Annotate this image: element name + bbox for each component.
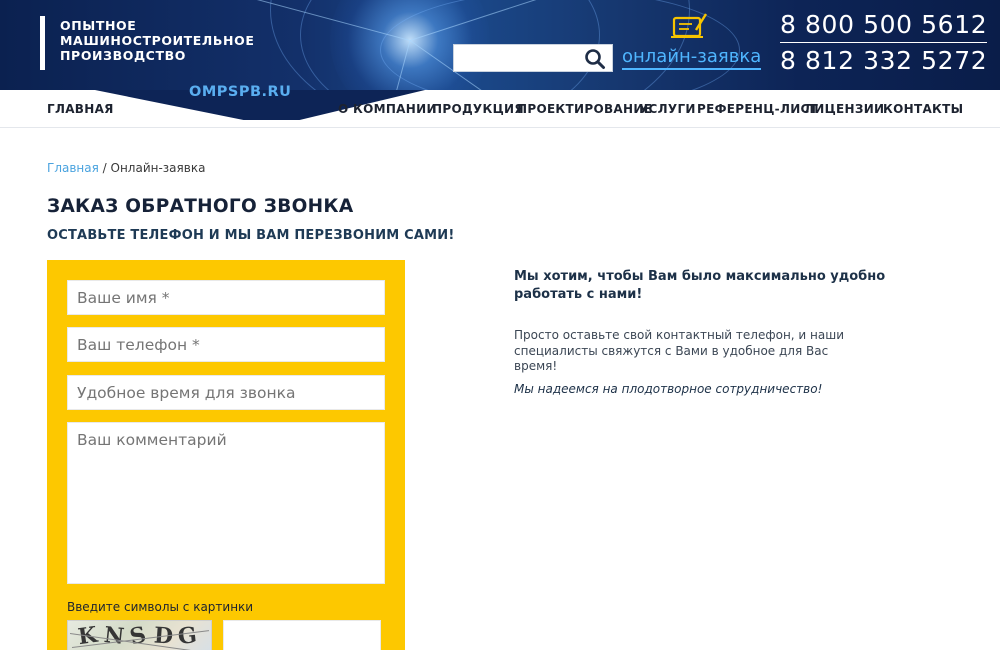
comment-field[interactable] xyxy=(67,422,385,584)
info-note: Мы надеемся на плодотворное сотрудничест… xyxy=(514,382,823,396)
page-title: ЗАКАЗ ОБРАТНОГО ЗВОНКА xyxy=(47,196,354,217)
nav-item-design[interactable]: ПРОЕКТИРОВАНИЕ xyxy=(517,102,652,116)
captcha-char: N xyxy=(102,622,126,650)
site-url[interactable]: OMPSPB.RU xyxy=(189,84,291,100)
breadcrumb-current: Онлайн-заявка xyxy=(110,161,206,175)
nav-item-home[interactable]: ГЛАВНАЯ xyxy=(47,102,114,116)
captcha-label: Введите символы с картинки xyxy=(67,600,254,614)
captcha-char: S xyxy=(127,621,149,650)
logo-line: МАШИНОСТРОИТЕЛЬНОЕ xyxy=(60,33,255,48)
name-field[interactable] xyxy=(67,280,385,315)
logo[interactable]: ОПЫТНОЕ МАШИНОСТРОИТЕЛЬНОЕ ПРОИЗВОДСТВО xyxy=(60,18,254,63)
page: ОПЫТНОЕ МАШИНОСТРОИТЕЛЬНОЕ ПРОИЗВОДСТВО xyxy=(0,0,1000,650)
logo-bar xyxy=(40,16,45,70)
nav-item-contacts[interactable]: КОНТАКТЫ xyxy=(883,102,963,116)
info-title: Мы хотим, чтобы Вам было максимально удо… xyxy=(514,269,886,302)
breadcrumb-separator: / xyxy=(98,161,111,175)
search-icon xyxy=(585,49,605,69)
search-button[interactable] xyxy=(584,48,606,70)
nav-item-about[interactable]: О КОМПАНИИ xyxy=(338,102,437,116)
captcha-char: G xyxy=(176,622,199,650)
phone-field[interactable] xyxy=(67,327,385,362)
search-box xyxy=(453,44,613,72)
breadcrumb: Главная / Онлайн-заявка xyxy=(47,161,205,175)
info-text: Просто оставьте свой контактный телефон,… xyxy=(514,328,845,373)
nav-item-references[interactable]: РЕФЕРЕНЦ-ЛИСТ xyxy=(697,102,818,116)
phone-number-2[interactable]: 8 812 332 5272 xyxy=(780,46,987,76)
callback-form: Введите символы с картинки K N S D G xyxy=(47,260,405,650)
page-subtitle: ОСТАВЬТЕ ТЕЛЕФОН И МЫ ВАМ ПЕРЕЗВОНИМ САМ… xyxy=(47,228,455,243)
captcha-image: K N S D G xyxy=(67,620,212,650)
nav-item-products[interactable]: ПРОДУКЦИЯ xyxy=(432,102,524,116)
nav-item-licenses[interactable]: ЛИЦЕНЗИИ xyxy=(804,102,884,116)
captcha-field[interactable] xyxy=(223,620,381,650)
search-input[interactable] xyxy=(454,45,582,71)
site-header: ОПЫТНОЕ МАШИНОСТРОИТЕЛЬНОЕ ПРОИЗВОДСТВО xyxy=(0,0,1000,90)
call-time-field[interactable] xyxy=(67,375,385,410)
phone-number-1[interactable]: 8 800 500 5612 xyxy=(780,10,988,43)
breadcrumb-home-link[interactable]: Главная xyxy=(47,161,99,175)
logo-line: ОПЫТНОЕ xyxy=(60,18,137,33)
nav-item-services[interactable]: УСЛУГИ xyxy=(639,102,696,116)
online-order-link[interactable]: онлайн-заявка xyxy=(622,46,762,70)
logo-line: ПРОИЗВОДСТВО xyxy=(60,48,186,63)
order-form-icon[interactable] xyxy=(670,12,708,42)
